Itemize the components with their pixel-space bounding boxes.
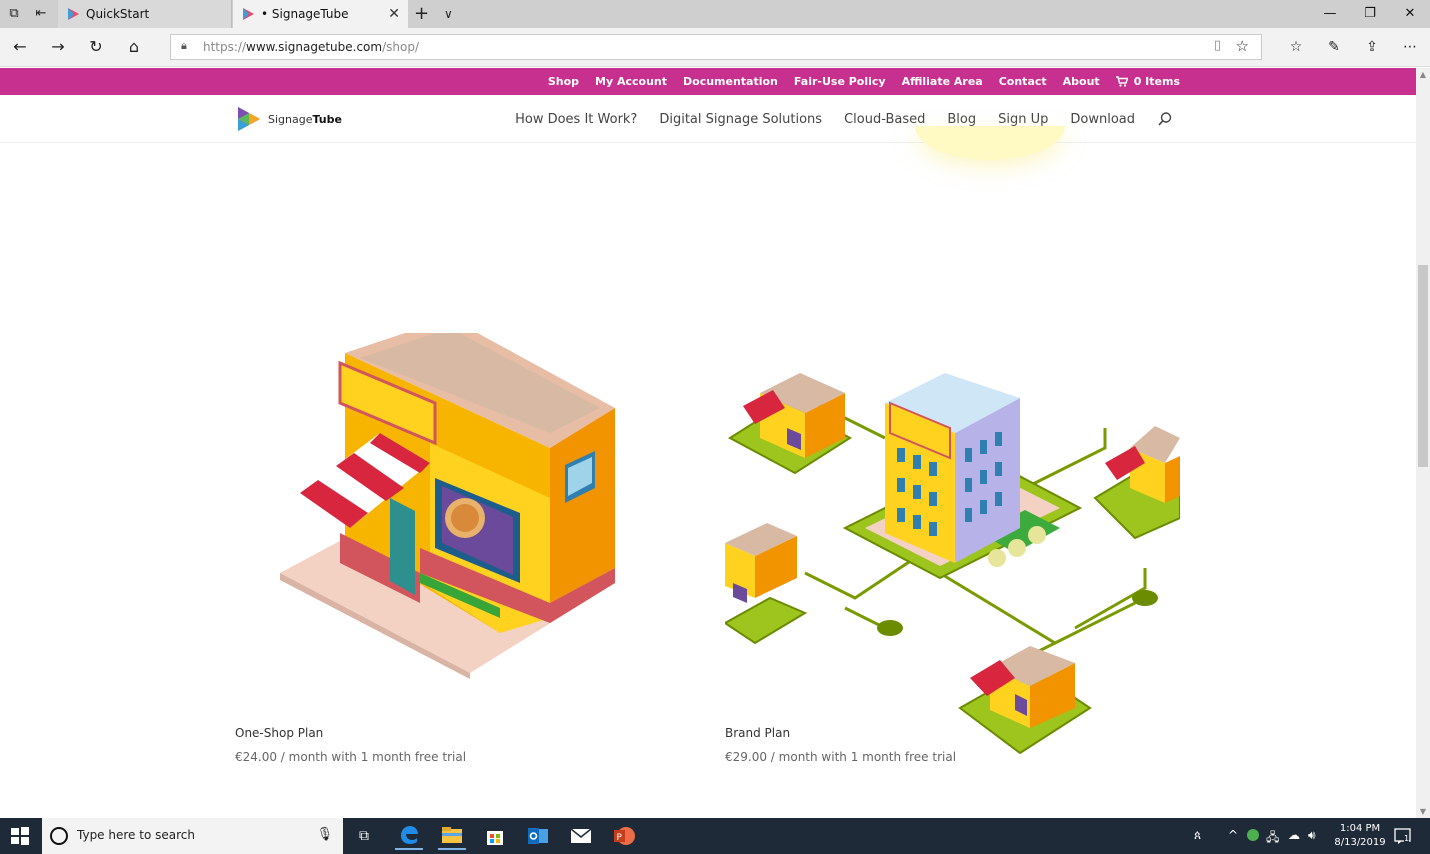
outlook-app-icon[interactable] — [524, 822, 552, 850]
tab-manager-icon[interactable]: ⧉ — [6, 6, 22, 22]
web-page: Shop My Account Documentation Fair-Use P… — [0, 68, 1416, 818]
reading-view-icon[interactable]: ▯ — [1214, 38, 1221, 53]
more-icon[interactable]: ⋯ — [1400, 37, 1420, 57]
clock-time: 1:04 PM — [1339, 823, 1381, 834]
tab-title: • SignageTube — [261, 7, 349, 21]
lock-icon: 🔒︎ — [181, 39, 187, 52]
nav-link-digital-signage-solutions[interactable]: Digital Signage Solutions — [659, 112, 822, 127]
back-icon[interactable]: ← — [10, 37, 30, 57]
home-icon[interactable]: ⌂ — [124, 37, 144, 57]
close-tab-icon[interactable]: ✕ — [388, 0, 400, 28]
signagetube-logo-icon — [238, 107, 260, 131]
notification-count: 1 — [1404, 834, 1410, 843]
windows-start-icon[interactable] — [10, 826, 30, 846]
nav-link-cloud-based[interactable]: Cloud-Based — [844, 112, 925, 127]
pen-icon[interactable]: ✎ — [1324, 37, 1344, 57]
product-price-one-shop-plan: €24.00 / month with 1 month free trial — [235, 750, 467, 764]
scroll-down-icon[interactable]: ▼ — [1416, 807, 1430, 816]
taskbar-clock[interactable]: 1:04 PM 8/13/2019 — [1330, 822, 1390, 850]
refresh-icon[interactable]: ↻ — [86, 37, 106, 57]
tab-quickstart[interactable]: QuickStart — [58, 0, 232, 28]
network-icon[interactable]: 🖧︎ — [1266, 828, 1279, 849]
nav-link-sign-up[interactable]: Sign Up — [998, 112, 1048, 127]
volume-icon[interactable]: 🔊︎ — [1308, 828, 1316, 843]
nav-link-blog[interactable]: Blog — [947, 112, 976, 127]
site-logo[interactable]: SignageTube — [236, 105, 342, 133]
top-link-my-account[interactable]: My Account — [595, 75, 667, 88]
page-scrollbar[interactable]: ▲ ▼ — [1416, 68, 1430, 818]
address-input[interactable]: 🔒︎ https://www.signagetube.com/shop/ ▯ ☆ — [170, 34, 1262, 60]
minimize-icon[interactable]: — — [1310, 0, 1350, 28]
top-link-fair-use-policy[interactable]: Fair-Use Policy — [794, 75, 886, 88]
logo-text-tube: Tube — [312, 112, 342, 126]
app-tray-icon[interactable] — [1246, 828, 1260, 845]
restore-icon[interactable]: ❐ — [1350, 0, 1390, 28]
top-link-about[interactable]: About — [1063, 75, 1100, 88]
logo-text-signage: Signage — [268, 112, 313, 126]
svg-text:P: P — [617, 833, 623, 843]
mail-app-icon[interactable] — [567, 822, 595, 850]
url-domain: www.signagetube.com — [246, 40, 383, 54]
close-window-icon[interactable]: ✕ — [1390, 0, 1430, 28]
top-link-shop[interactable]: Shop — [548, 75, 579, 88]
address-toolbar: ← → ↻ ⌂ 🔒︎ https://www.signagetube.com/s… — [0, 28, 1430, 67]
store-app-icon[interactable] — [481, 822, 509, 850]
scroll-up-icon[interactable]: ▲ — [1416, 70, 1430, 79]
chevron-up-icon[interactable]: ^ — [1228, 828, 1238, 842]
url-text: https://www.signagetube.com/shop/ — [203, 40, 419, 54]
search-icon[interactable] — [1157, 111, 1173, 127]
top-link-contact[interactable]: Contact — [999, 75, 1047, 88]
star-icon[interactable]: ☆ — [1236, 37, 1249, 55]
task-view-icon[interactable]: ⧉ — [350, 822, 378, 850]
set-aside-tabs-icon[interactable]: ⇤ — [33, 6, 49, 22]
main-navigation: SignageTube How Does It Work? Digital Si… — [0, 95, 1416, 143]
url-prefix: https:// — [203, 40, 247, 54]
top-menu-bar: Shop My Account Documentation Fair-Use P… — [0, 68, 1416, 95]
edge-app-icon[interactable] — [395, 822, 423, 850]
top-link-affiliate-area[interactable]: Affiliate Area — [902, 75, 983, 88]
windows-taskbar: Type here to search 🎙︎ ⧉ P ጰ ^ 🖧︎ ☁︎ 🔊︎ … — [0, 818, 1430, 854]
tab-bar: ⧉ ⇤ QuickStart • SignageTube ✕ + ∨ — ❐ ✕ — [0, 0, 1430, 28]
url-path: /shop/ — [382, 40, 419, 54]
notifications-icon[interactable]: 1 — [1394, 827, 1412, 845]
cortana-icon — [50, 827, 68, 845]
top-link-documentation[interactable]: Documentation — [683, 75, 778, 88]
onedrive-icon[interactable]: ☁︎ — [1288, 828, 1300, 842]
share-icon[interactable]: ⇪ — [1362, 37, 1382, 57]
one-shop-plan-image[interactable] — [270, 333, 630, 683]
signagetube-favicon-icon — [68, 8, 79, 20]
tab-title: QuickStart — [86, 7, 150, 21]
favorites-icon[interactable]: ☆ — [1286, 37, 1306, 57]
powerpoint-app-icon[interactable]: P — [610, 822, 638, 850]
chevron-down-icon[interactable]: ∨ — [444, 0, 453, 28]
brand-plan-image[interactable] — [725, 298, 1180, 758]
nav-link-how-does-it-work[interactable]: How Does It Work? — [515, 112, 637, 127]
product-name-brand-plan[interactable]: Brand Plan — [725, 726, 790, 740]
decorative-sun — [915, 126, 1065, 160]
new-tab-icon[interactable]: + — [414, 0, 429, 28]
clock-date: 8/13/2019 — [1334, 837, 1386, 848]
search-placeholder: Type here to search — [77, 828, 195, 842]
microphone-icon[interactable]: 🎙︎ — [316, 827, 333, 842]
people-icon[interactable]: ጰ — [1194, 828, 1201, 843]
file-explorer-icon[interactable] — [438, 822, 466, 850]
product-price-brand-plan: €29.00 / month with 1 month free trial — [725, 750, 957, 764]
cart-icon — [1115, 76, 1128, 87]
cart-link[interactable]: 0 Items — [1115, 75, 1180, 88]
cart-count: 0 Items — [1133, 75, 1180, 88]
signagetube-favicon-icon — [243, 8, 254, 20]
scrollbar-thumb[interactable] — [1418, 265, 1428, 467]
tab-signagetube[interactable]: • SignageTube ✕ — [233, 0, 408, 28]
product-name-one-shop-plan[interactable]: One-Shop Plan — [235, 726, 323, 740]
nav-link-download[interactable]: Download — [1070, 112, 1135, 127]
forward-icon[interactable]: → — [48, 37, 68, 57]
taskbar-search-input[interactable]: Type here to search 🎙︎ — [42, 818, 343, 854]
